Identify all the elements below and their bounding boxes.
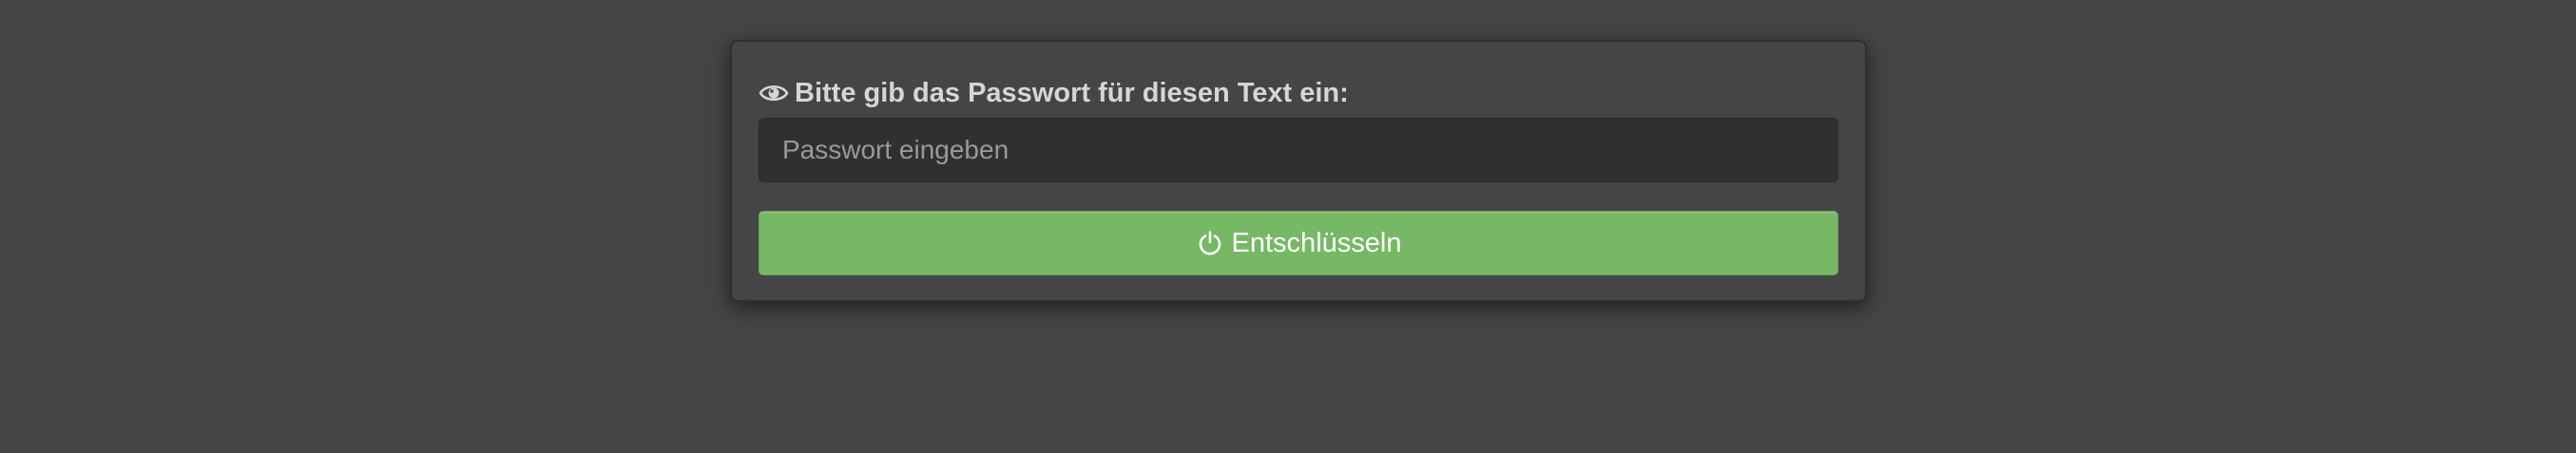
decrypt-button[interactable]: Entschlüsseln — [759, 211, 1838, 275]
page: Bitte gib das Passwort für diesen Text e… — [0, 0, 2576, 453]
password-input[interactable] — [759, 118, 1838, 182]
password-prompt: Bitte gib das Passwort für diesen Text e… — [759, 74, 1349, 112]
password-prompt-text: Bitte gib das Passwort für diesen Text e… — [795, 77, 1349, 108]
eye-icon — [759, 80, 789, 106]
password-dialog: Bitte gib das Passwort für diesen Text e… — [730, 40, 1867, 302]
decrypt-button-label: Entschlüsseln — [1231, 227, 1402, 258]
power-icon — [1196, 229, 1224, 257]
